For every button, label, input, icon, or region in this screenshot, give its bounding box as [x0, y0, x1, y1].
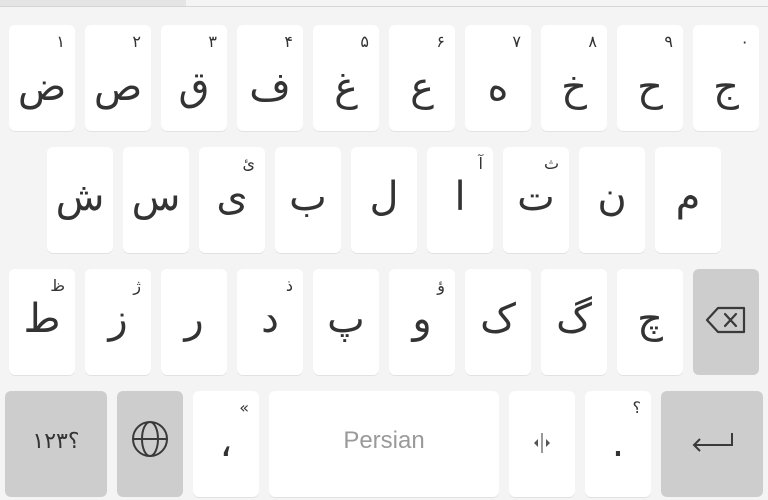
- key-hint: ؟: [632, 398, 642, 417]
- key-hint: ۰: [740, 32, 749, 51]
- key-dad[interactable]: ۱ ض: [9, 25, 75, 131]
- key-hint: ث: [543, 154, 559, 173]
- key-ye[interactable]: ئ ی: [199, 147, 265, 253]
- key-label: پ: [327, 296, 365, 342]
- key-re[interactable]: ر: [161, 269, 227, 375]
- key-jim[interactable]: ۰ ج: [693, 25, 759, 131]
- key-he[interactable]: ۷ ه: [465, 25, 531, 131]
- key-label: ،: [219, 420, 233, 466]
- keyboard-row-4: ؟۱۲۳ « ، Persian ؟ .: [0, 391, 768, 497]
- key-label: ش: [55, 174, 105, 220]
- key-pe[interactable]: پ: [313, 269, 379, 375]
- key-label: ج: [713, 64, 739, 110]
- backspace-key[interactable]: [693, 269, 759, 375]
- key-label: ع: [410, 64, 434, 110]
- key-hint: ۳: [208, 32, 217, 51]
- key-kaf[interactable]: ک: [465, 269, 531, 375]
- key-gaf[interactable]: گ: [541, 269, 607, 375]
- key-hint: آ: [478, 154, 483, 173]
- key-qaf[interactable]: ۳ ق: [161, 25, 227, 131]
- key-fe[interactable]: ۴ ف: [237, 25, 303, 131]
- key-hint: ۸: [588, 32, 597, 51]
- space-bar[interactable]: Persian: [269, 391, 499, 497]
- key-label: ه: [487, 64, 509, 110]
- key-te[interactable]: ث ت: [503, 147, 569, 253]
- cursor-move-key[interactable]: [509, 391, 575, 497]
- backspace-icon: [693, 305, 759, 339]
- top-edge-tab: [0, 0, 186, 6]
- key-label: ل: [369, 174, 399, 220]
- key-label: چ: [637, 296, 663, 342]
- enter-key[interactable]: [661, 391, 763, 497]
- globe-icon: [117, 419, 183, 463]
- key-hint: «: [239, 398, 249, 417]
- key-khe[interactable]: ۸ خ: [541, 25, 607, 131]
- key-hint: ئ: [242, 154, 255, 173]
- key-label: ح: [637, 64, 663, 110]
- key-shin[interactable]: ش: [47, 147, 113, 253]
- period-key[interactable]: ؟ .: [585, 391, 651, 497]
- key-hint: ژ: [133, 276, 141, 295]
- key-label: ت: [517, 174, 555, 220]
- key-hint: ۲: [132, 32, 141, 51]
- keyboard-row-1: ۱ ض ۲ ص ۳ ق ۴ ف ۵ غ ۶ ع ۷ ه ۸ خ ۹ ح ۰ ج: [0, 25, 768, 131]
- key-label: ب: [289, 174, 327, 220]
- enter-icon: [661, 429, 763, 459]
- key-lam[interactable]: ل: [351, 147, 417, 253]
- key-label: د: [261, 296, 279, 342]
- key-che[interactable]: چ: [617, 269, 683, 375]
- key-label: و: [412, 296, 432, 342]
- language-switch-key[interactable]: [117, 391, 183, 497]
- key-hah[interactable]: ۹ ح: [617, 25, 683, 131]
- key-label: ر: [184, 296, 204, 342]
- key-hint: ۹: [664, 32, 673, 51]
- key-hint: ۵: [360, 32, 369, 51]
- key-sin[interactable]: س: [123, 147, 189, 253]
- key-hint: ۶: [436, 32, 445, 51]
- key-nun[interactable]: ن: [579, 147, 645, 253]
- key-label: ک: [480, 296, 516, 342]
- cursor-move-icon: [509, 431, 575, 459]
- key-hint: ذ: [285, 276, 293, 295]
- key-sad[interactable]: ۲ ص: [85, 25, 151, 131]
- key-label: ص: [93, 64, 143, 110]
- key-mim[interactable]: م: [655, 147, 721, 253]
- space-bar-label: Persian: [343, 427, 425, 454]
- key-label: .: [611, 420, 625, 466]
- key-ta[interactable]: ظ ط: [9, 269, 75, 375]
- key-hint: ؤ: [437, 276, 445, 295]
- key-label: ط: [23, 296, 61, 342]
- key-hint: ۷: [512, 32, 521, 51]
- key-label: ف: [249, 64, 291, 110]
- key-label: غ: [334, 64, 358, 110]
- symbols-key-label: ؟۱۲۳: [32, 429, 80, 454]
- key-label: ن: [597, 174, 627, 220]
- key-be[interactable]: ب: [275, 147, 341, 253]
- key-dal[interactable]: ذ د: [237, 269, 303, 375]
- key-label: م: [675, 174, 701, 220]
- key-vav[interactable]: ؤ و: [389, 269, 455, 375]
- key-label: ق: [178, 64, 210, 110]
- top-edge: [0, 0, 768, 7]
- comma-key[interactable]: « ،: [193, 391, 259, 497]
- key-label: ی: [216, 174, 248, 220]
- key-alef[interactable]: آ ا: [427, 147, 493, 253]
- key-hint: ۱: [56, 32, 65, 51]
- key-label: ض: [17, 64, 67, 110]
- key-ein[interactable]: ۶ ع: [389, 25, 455, 131]
- symbols-key[interactable]: ؟۱۲۳: [5, 391, 107, 497]
- key-label: ز: [108, 296, 128, 342]
- key-label: س: [131, 174, 181, 220]
- key-hint: ۴: [284, 32, 293, 51]
- keyboard-row-2: ش س ئ ی ب ل آ ا ث ت ن م: [0, 147, 768, 253]
- key-ghein[interactable]: ۵ غ: [313, 25, 379, 131]
- key-hint: ظ: [50, 276, 65, 295]
- keyboard-row-3: ظ ط ژ ز ر ذ د پ ؤ و ک گ چ: [0, 269, 768, 375]
- key-label: ا: [454, 174, 466, 220]
- key-label: گ: [556, 296, 592, 342]
- key-label: خ: [561, 64, 587, 110]
- key-ze[interactable]: ژ ز: [85, 269, 151, 375]
